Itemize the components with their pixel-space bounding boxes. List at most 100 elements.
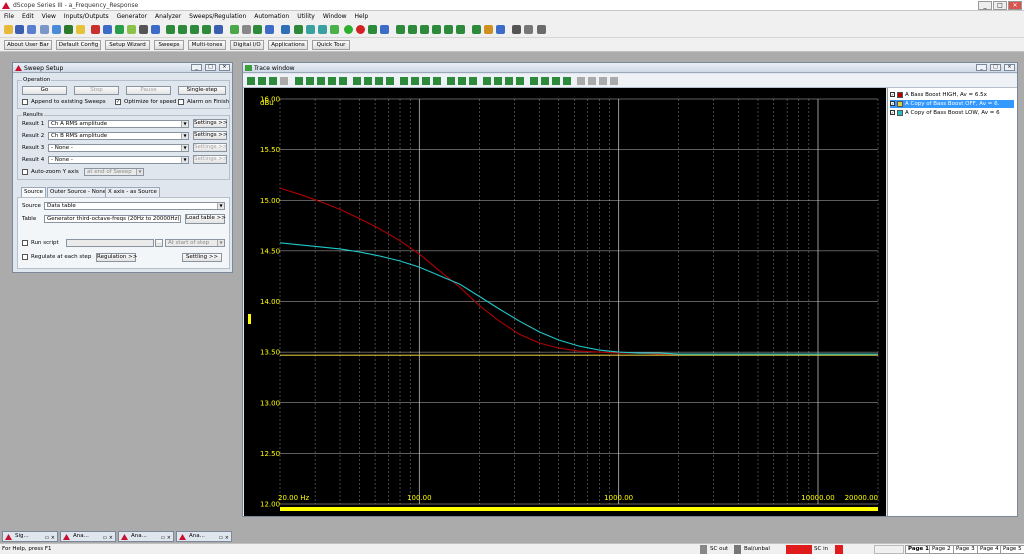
tool-a-icon[interactable] (396, 25, 405, 34)
menu-inputs-outputs[interactable]: Inputs/Outputs (60, 11, 113, 22)
sweep-repeat-icon[interactable] (190, 25, 199, 34)
tab-source[interactable]: Source (21, 187, 46, 197)
y-cursor-marker[interactable] (248, 314, 251, 324)
menu-file[interactable]: File (0, 11, 18, 22)
auto-step-icon[interactable] (380, 25, 389, 34)
scroll-down-icon[interactable] (386, 77, 394, 85)
generator-icon[interactable] (64, 25, 73, 34)
save-all-icon[interactable] (27, 25, 36, 34)
scale-y-icon[interactable] (458, 77, 466, 85)
scroll-left-icon[interactable] (353, 77, 361, 85)
trace-maximize-button[interactable]: □ (990, 64, 1001, 71)
restore-icon[interactable]: ▭ × (44, 534, 55, 543)
script-path-field[interactable] (66, 239, 154, 247)
dropdown-arrow-icon[interactable] (524, 25, 533, 34)
table-field[interactable]: Generator third-octave-freqs (20Hz to 20… (44, 215, 181, 223)
maximize-button[interactable]: □ (993, 1, 1007, 10)
menu-automation[interactable]: Automation (250, 11, 293, 22)
panel-minimize-button[interactable]: _ (191, 64, 202, 71)
open-folder-icon[interactable] (4, 25, 13, 34)
result-2-settings-button[interactable]: Settings >> (193, 131, 228, 140)
sweep-options-icon[interactable] (202, 25, 211, 34)
minimized-window-analyzer-1[interactable]: Ana... ▭ × (60, 531, 116, 542)
legend-checkbox[interactable]: ✓ (890, 101, 895, 106)
trace-close-button[interactable]: × (1004, 64, 1015, 71)
auto-run-icon[interactable] (368, 25, 377, 34)
append-checkbox[interactable] (22, 99, 28, 105)
multitone-icon[interactable] (306, 25, 315, 34)
page-tab-2[interactable]: Page 2 (929, 545, 954, 554)
source-select[interactable]: Data table ▼ (44, 202, 225, 210)
result-2-select[interactable]: Ch B RMS amplitude ▼ (48, 132, 189, 140)
trace-settings-icon[interactable] (563, 77, 571, 85)
trace-paste-icon[interactable] (280, 77, 288, 85)
zoom-fit-icon[interactable] (339, 77, 347, 85)
record-icon[interactable] (472, 25, 481, 34)
tool-f-icon[interactable] (456, 25, 465, 34)
digital-io-icon[interactable] (318, 25, 327, 34)
result-3-select[interactable]: - None - ▼ (48, 144, 189, 152)
zoom-out-icon[interactable] (306, 77, 314, 85)
tab-x-axis[interactable]: X axis - as Source (105, 187, 160, 197)
about-user-bar-button[interactable]: About User Bar (4, 40, 52, 50)
sweep-go-icon[interactable] (166, 25, 175, 34)
annotation-icon[interactable] (599, 77, 607, 85)
trace-minimize-button[interactable]: _ (976, 64, 987, 71)
tool-d-icon[interactable] (432, 25, 441, 34)
default-config-button[interactable]: Default Config (56, 40, 101, 50)
page-tab-4[interactable]: Page 4 (977, 545, 1002, 554)
result-4-settings-button[interactable]: Settings >> (193, 155, 228, 164)
config-icon[interactable] (214, 25, 223, 34)
alarm-checkbox[interactable] (178, 99, 184, 105)
legend-checkbox[interactable]: ✓ (890, 92, 895, 97)
edit-script-icon[interactable] (496, 25, 505, 34)
print-icon[interactable] (40, 25, 49, 34)
minimized-window-signal[interactable]: Sig... ▭ × (2, 531, 58, 542)
setup-wizard-button[interactable]: Setup Wizard (105, 40, 150, 50)
optimize-checkbox[interactable]: ✓ (115, 99, 121, 105)
scale-x-icon[interactable] (447, 77, 455, 85)
close-button[interactable]: ✕ (1008, 1, 1022, 10)
overlay-icon[interactable] (505, 77, 513, 85)
stop-button[interactable]: Stop (74, 86, 119, 95)
cursor-a-icon[interactable] (400, 77, 408, 85)
legend-item-bass-boost-off[interactable]: ✓ A Copy of Bass Boost OFF, Av = 6. (890, 100, 1014, 108)
help-icon[interactable] (537, 25, 546, 34)
digital-io-button[interactable]: Digital I/O (230, 40, 264, 50)
page-tab-5[interactable]: Page 5 (1000, 545, 1024, 554)
quick-tour-button[interactable]: Quick Tour (312, 40, 350, 50)
panel-close-button[interactable]: × (219, 64, 230, 71)
result-1-select[interactable]: Ch A RMS amplitude ▼ (48, 120, 189, 128)
menu-sweeps-regulation[interactable]: Sweeps/Regulation (185, 11, 250, 22)
script-when-select[interactable]: At start of step ▼ (165, 239, 225, 247)
compare-icon[interactable] (516, 77, 524, 85)
browse-script-button[interactable]: … (155, 239, 163, 247)
tool-b-icon[interactable] (408, 25, 417, 34)
sweep-table-icon[interactable] (281, 25, 290, 34)
tab-outer-source[interactable]: Outer Source - None (47, 187, 110, 197)
scroll-right-icon[interactable] (364, 77, 372, 85)
peak-icon[interactable] (433, 77, 441, 85)
run-script-checkbox[interactable] (22, 240, 28, 246)
limit-line-icon[interactable] (530, 77, 538, 85)
autoscale-icon[interactable] (469, 77, 477, 85)
minimized-window-analyzer-3[interactable]: Ana... ▭ × (176, 531, 232, 542)
trace-chart[interactable]: dBu 16.00 15.50 15.00 14.50 14.00 13.50 13.00 1… (244, 88, 886, 516)
zoom-in-icon[interactable] (295, 77, 303, 85)
delete-trace-icon[interactable] (552, 77, 560, 85)
limit-icon[interactable] (330, 25, 339, 34)
save-icon[interactable] (15, 25, 24, 34)
result-3-settings-button[interactable]: Settings >> (193, 143, 228, 152)
settling-button[interactable]: Settling >> (182, 253, 222, 262)
zoom-x-icon[interactable] (317, 77, 325, 85)
grid-icon[interactable] (483, 77, 491, 85)
menu-window[interactable]: Window (319, 11, 351, 22)
trace-save-icon[interactable] (258, 77, 266, 85)
minimize-button[interactable]: _ (978, 1, 992, 10)
regulation-icon[interactable] (294, 25, 303, 34)
legend-item-bass-boost-high[interactable]: ✓ A Bass Boost HIGH, Av = 6.5x (890, 91, 1014, 99)
print-trace-icon[interactable] (610, 77, 618, 85)
monitor-icon[interactable] (265, 25, 274, 34)
trace-icon[interactable] (76, 25, 85, 34)
legend-item-bass-boost-low[interactable]: ✓ A Copy of Bass Boost LOW, Av = 6 (890, 109, 1014, 117)
